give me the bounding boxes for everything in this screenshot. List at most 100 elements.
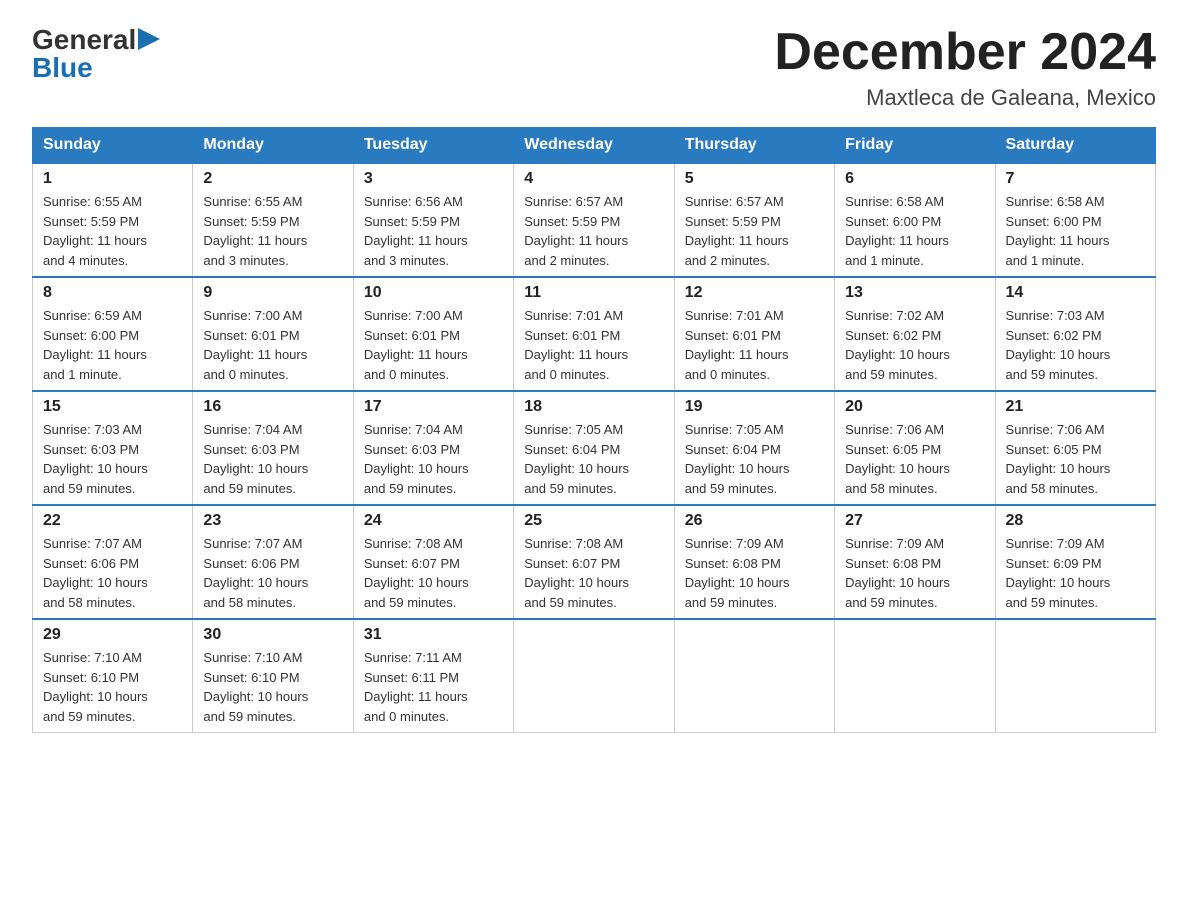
day-number: 17 [364,398,503,416]
calendar-cell: 2 Sunrise: 6:55 AMSunset: 5:59 PMDayligh… [193,163,353,277]
col-header-friday: Friday [835,128,995,164]
day-info: Sunrise: 7:08 AMSunset: 6:07 PMDaylight:… [364,534,503,612]
calendar-cell: 1 Sunrise: 6:55 AMSunset: 5:59 PMDayligh… [33,163,193,277]
calendar-week-row-4: 22 Sunrise: 7:07 AMSunset: 6:06 PMDaylig… [33,505,1156,619]
logo: General Blue [32,24,160,84]
calendar-cell: 5 Sunrise: 6:57 AMSunset: 5:59 PMDayligh… [674,163,834,277]
day-number: 27 [845,512,984,530]
day-info: Sunrise: 7:00 AMSunset: 6:01 PMDaylight:… [364,306,503,384]
calendar-cell [835,619,995,733]
day-number: 28 [1006,512,1145,530]
calendar-cell: 6 Sunrise: 6:58 AMSunset: 6:00 PMDayligh… [835,163,995,277]
day-info: Sunrise: 6:55 AMSunset: 5:59 PMDaylight:… [43,192,182,270]
day-number: 31 [364,626,503,644]
calendar-cell: 27 Sunrise: 7:09 AMSunset: 6:08 PMDaylig… [835,505,995,619]
day-info: Sunrise: 7:03 AMSunset: 6:03 PMDaylight:… [43,420,182,498]
day-info: Sunrise: 6:57 AMSunset: 5:59 PMDaylight:… [685,192,824,270]
day-number: 13 [845,284,984,302]
day-info: Sunrise: 7:09 AMSunset: 6:09 PMDaylight:… [1006,534,1145,612]
day-info: Sunrise: 7:10 AMSunset: 6:10 PMDaylight:… [203,648,342,726]
day-info: Sunrise: 6:56 AMSunset: 5:59 PMDaylight:… [364,192,503,270]
calendar-cell: 26 Sunrise: 7:09 AMSunset: 6:08 PMDaylig… [674,505,834,619]
day-info: Sunrise: 7:05 AMSunset: 6:04 PMDaylight:… [685,420,824,498]
calendar-cell: 9 Sunrise: 7:00 AMSunset: 6:01 PMDayligh… [193,277,353,391]
day-info: Sunrise: 7:01 AMSunset: 6:01 PMDaylight:… [685,306,824,384]
calendar-cell: 20 Sunrise: 7:06 AMSunset: 6:05 PMDaylig… [835,391,995,505]
day-number: 26 [685,512,824,530]
calendar-cell: 4 Sunrise: 6:57 AMSunset: 5:59 PMDayligh… [514,163,674,277]
calendar-cell: 24 Sunrise: 7:08 AMSunset: 6:07 PMDaylig… [353,505,513,619]
day-number: 6 [845,170,984,188]
calendar-cell: 31 Sunrise: 7:11 AMSunset: 6:11 PMDaylig… [353,619,513,733]
day-number: 7 [1006,170,1145,188]
day-number: 1 [43,170,182,188]
logo-blue-text: Blue [32,52,93,83]
calendar-cell: 11 Sunrise: 7:01 AMSunset: 6:01 PMDaylig… [514,277,674,391]
day-number: 11 [524,284,663,302]
day-number: 2 [203,170,342,188]
calendar-cell: 30 Sunrise: 7:10 AMSunset: 6:10 PMDaylig… [193,619,353,733]
day-info: Sunrise: 6:57 AMSunset: 5:59 PMDaylight:… [524,192,663,270]
day-info: Sunrise: 7:04 AMSunset: 6:03 PMDaylight:… [203,420,342,498]
col-header-saturday: Saturday [995,128,1155,164]
calendar-cell: 29 Sunrise: 7:10 AMSunset: 6:10 PMDaylig… [33,619,193,733]
day-info: Sunrise: 7:00 AMSunset: 6:01 PMDaylight:… [203,306,342,384]
day-number: 12 [685,284,824,302]
calendar-cell: 13 Sunrise: 7:02 AMSunset: 6:02 PMDaylig… [835,277,995,391]
day-number: 20 [845,398,984,416]
calendar-table: Sunday Monday Tuesday Wednesday Thursday… [32,127,1156,733]
calendar-header-row: Sunday Monday Tuesday Wednesday Thursday… [33,128,1156,164]
day-info: Sunrise: 7:09 AMSunset: 6:08 PMDaylight:… [685,534,824,612]
calendar-cell: 16 Sunrise: 7:04 AMSunset: 6:03 PMDaylig… [193,391,353,505]
calendar-cell [674,619,834,733]
calendar-cell: 19 Sunrise: 7:05 AMSunset: 6:04 PMDaylig… [674,391,834,505]
col-header-monday: Monday [193,128,353,164]
logo-triangle-icon [138,28,160,50]
day-info: Sunrise: 7:03 AMSunset: 6:02 PMDaylight:… [1006,306,1145,384]
day-number: 8 [43,284,182,302]
day-info: Sunrise: 7:05 AMSunset: 6:04 PMDaylight:… [524,420,663,498]
calendar-cell [995,619,1155,733]
day-info: Sunrise: 7:08 AMSunset: 6:07 PMDaylight:… [524,534,663,612]
calendar-cell: 28 Sunrise: 7:09 AMSunset: 6:09 PMDaylig… [995,505,1155,619]
calendar-week-row-2: 8 Sunrise: 6:59 AMSunset: 6:00 PMDayligh… [33,277,1156,391]
day-info: Sunrise: 7:07 AMSunset: 6:06 PMDaylight:… [43,534,182,612]
day-number: 24 [364,512,503,530]
day-number: 19 [685,398,824,416]
day-info: Sunrise: 7:10 AMSunset: 6:10 PMDaylight:… [43,648,182,726]
calendar-cell: 23 Sunrise: 7:07 AMSunset: 6:06 PMDaylig… [193,505,353,619]
day-number: 3 [364,170,503,188]
calendar-week-row-1: 1 Sunrise: 6:55 AMSunset: 5:59 PMDayligh… [33,163,1156,277]
day-number: 15 [43,398,182,416]
title-block: December 2024 Maxtleca de Galeana, Mexic… [774,24,1156,111]
calendar-cell: 12 Sunrise: 7:01 AMSunset: 6:01 PMDaylig… [674,277,834,391]
calendar-cell: 8 Sunrise: 6:59 AMSunset: 6:00 PMDayligh… [33,277,193,391]
day-info: Sunrise: 7:01 AMSunset: 6:01 PMDaylight:… [524,306,663,384]
calendar-cell: 10 Sunrise: 7:00 AMSunset: 6:01 PMDaylig… [353,277,513,391]
day-info: Sunrise: 7:07 AMSunset: 6:06 PMDaylight:… [203,534,342,612]
day-number: 5 [685,170,824,188]
calendar-cell [514,619,674,733]
calendar-cell: 17 Sunrise: 7:04 AMSunset: 6:03 PMDaylig… [353,391,513,505]
day-number: 4 [524,170,663,188]
day-number: 9 [203,284,342,302]
col-header-sunday: Sunday [33,128,193,164]
day-info: Sunrise: 7:04 AMSunset: 6:03 PMDaylight:… [364,420,503,498]
calendar-cell: 14 Sunrise: 7:03 AMSunset: 6:02 PMDaylig… [995,277,1155,391]
calendar-cell: 21 Sunrise: 7:06 AMSunset: 6:05 PMDaylig… [995,391,1155,505]
col-header-tuesday: Tuesday [353,128,513,164]
page-title: December 2024 [774,24,1156,81]
calendar-week-row-5: 29 Sunrise: 7:10 AMSunset: 6:10 PMDaylig… [33,619,1156,733]
day-info: Sunrise: 6:58 AMSunset: 6:00 PMDaylight:… [1006,192,1145,270]
calendar-cell: 3 Sunrise: 6:56 AMSunset: 5:59 PMDayligh… [353,163,513,277]
day-number: 29 [43,626,182,644]
day-info: Sunrise: 7:02 AMSunset: 6:02 PMDaylight:… [845,306,984,384]
day-number: 16 [203,398,342,416]
day-info: Sunrise: 7:11 AMSunset: 6:11 PMDaylight:… [364,648,503,726]
calendar-cell: 25 Sunrise: 7:08 AMSunset: 6:07 PMDaylig… [514,505,674,619]
day-info: Sunrise: 6:59 AMSunset: 6:00 PMDaylight:… [43,306,182,384]
day-number: 18 [524,398,663,416]
day-info: Sunrise: 7:06 AMSunset: 6:05 PMDaylight:… [845,420,984,498]
page-subtitle: Maxtleca de Galeana, Mexico [774,85,1156,111]
day-number: 30 [203,626,342,644]
